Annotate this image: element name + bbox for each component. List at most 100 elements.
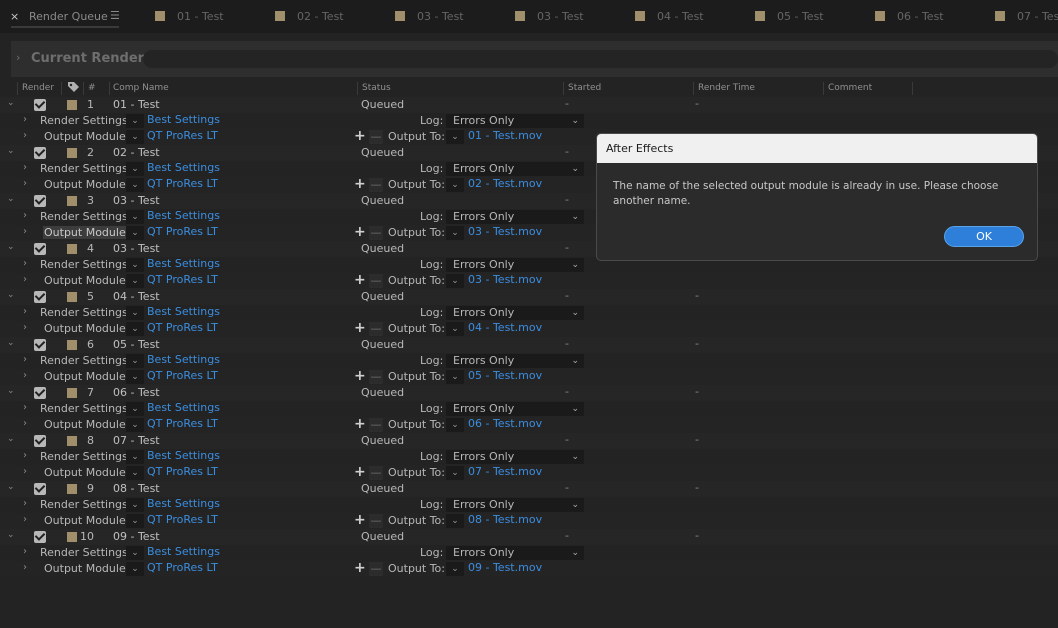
- chevron-down-icon[interactable]: ⌄: [446, 178, 464, 192]
- chevron-right-icon[interactable]: ›: [23, 514, 27, 525]
- column-separator[interactable]: [83, 82, 84, 95]
- remove-output-module-button[interactable]: —: [369, 562, 383, 576]
- current-render-section[interactable]: › Current Render: [11, 41, 1058, 77]
- output-module-link[interactable]: QT ProRes LT: [147, 417, 218, 430]
- log-select[interactable]: Errors Only ⌄: [446, 210, 584, 224]
- chevron-down-icon[interactable]: ⌄: [7, 338, 15, 348]
- output-module-link[interactable]: QT ProRes LT: [147, 561, 218, 574]
- output-module-link[interactable]: QT ProRes LT: [147, 225, 218, 238]
- comp-tab[interactable]: 05 - Test: [755, 10, 824, 23]
- chevron-right-icon[interactable]: ›: [23, 130, 27, 141]
- chevron-down-icon[interactable]: ⌄: [126, 450, 144, 464]
- chevron-down-icon[interactable]: ⌄: [446, 466, 464, 480]
- comp-tab[interactable]: 01 - Test: [155, 10, 224, 23]
- output-module-link[interactable]: QT ProRes LT: [147, 129, 218, 142]
- add-output-module-button[interactable]: +: [354, 176, 366, 192]
- column-header-number[interactable]: #: [88, 83, 96, 93]
- chevron-down-icon[interactable]: ⌄: [126, 178, 144, 192]
- log-select[interactable]: Errors Only ⌄: [446, 354, 584, 368]
- chevron-right-icon[interactable]: ›: [23, 498, 27, 509]
- render-checkbox[interactable]: [34, 243, 46, 255]
- output-to-link[interactable]: 01 - Test.mov: [468, 129, 542, 142]
- render-settings-link[interactable]: Best Settings: [147, 449, 220, 462]
- chevron-down-icon[interactable]: ⌄: [126, 370, 144, 384]
- chevron-down-icon[interactable]: ⌄: [446, 130, 464, 144]
- comp-name[interactable]: 05 - Test: [113, 338, 160, 351]
- chevron-down-icon[interactable]: ⌄: [446, 418, 464, 432]
- add-output-module-button[interactable]: +: [354, 368, 366, 384]
- close-icon[interactable]: ×: [10, 10, 19, 23]
- remove-output-module-button[interactable]: —: [369, 418, 383, 432]
- chevron-right-icon[interactable]: ›: [23, 178, 27, 189]
- chevron-right-icon[interactable]: ›: [23, 354, 27, 365]
- render-settings-link[interactable]: Best Settings: [147, 545, 220, 558]
- chevron-down-icon[interactable]: ⌄: [7, 242, 15, 252]
- chevron-down-icon[interactable]: ⌄: [126, 514, 144, 528]
- output-module-link[interactable]: QT ProRes LT: [147, 465, 218, 478]
- output-module-label[interactable]: Output Module:: [43, 226, 131, 239]
- label-color-swatch[interactable]: [67, 340, 77, 350]
- chevron-down-icon[interactable]: ⌄: [126, 274, 144, 288]
- log-select[interactable]: Errors Only ⌄: [446, 258, 584, 272]
- render-settings-link[interactable]: Best Settings: [147, 257, 220, 270]
- panel-menu-icon[interactable]: ☰: [110, 9, 120, 22]
- remove-output-module-button[interactable]: —: [369, 178, 383, 192]
- chevron-right-icon[interactable]: ›: [23, 450, 27, 461]
- chevron-down-icon[interactable]: ⌄: [126, 226, 144, 240]
- render-queue-item[interactable]: ⌄ 8 07 - Test Queued - -: [0, 433, 1058, 449]
- label-color-swatch[interactable]: [67, 388, 77, 398]
- render-settings-link[interactable]: Best Settings: [147, 353, 220, 366]
- remove-output-module-button[interactable]: —: [369, 226, 383, 240]
- chevron-down-icon[interactable]: ⌄: [446, 274, 464, 288]
- log-select[interactable]: Errors Only ⌄: [446, 162, 584, 176]
- render-queue-item[interactable]: ⌄ 6 05 - Test Queued - -: [0, 337, 1058, 353]
- chevron-right-icon[interactable]: ›: [23, 258, 27, 269]
- tag-icon[interactable]: [67, 81, 80, 96]
- chevron-down-icon[interactable]: ⌄: [126, 354, 144, 368]
- render-queue-item[interactable]: ⌄ 1 01 - Test Queued - -: [0, 97, 1058, 113]
- output-to-link[interactable]: 04 - Test.mov: [468, 321, 542, 334]
- label-color-swatch[interactable]: [67, 292, 77, 302]
- output-module-link[interactable]: QT ProRes LT: [147, 273, 218, 286]
- chevron-down-icon[interactable]: ⌄: [126, 258, 144, 272]
- log-select[interactable]: Errors Only ⌄: [446, 498, 584, 512]
- chevron-down-icon[interactable]: ⌄: [126, 306, 144, 320]
- output-to-link[interactable]: 05 - Test.mov: [468, 369, 542, 382]
- comp-name[interactable]: 04 - Test: [113, 290, 160, 303]
- comp-tab[interactable]: 02 - Test: [275, 10, 344, 23]
- render-checkbox[interactable]: [34, 387, 46, 399]
- chevron-down-icon[interactable]: ⌄: [7, 146, 15, 156]
- chevron-down-icon[interactable]: ⌄: [126, 130, 144, 144]
- column-separator[interactable]: [693, 82, 694, 95]
- render-queue-item[interactable]: ⌄ 7 06 - Test Queued - -: [0, 385, 1058, 401]
- label-color-swatch[interactable]: [67, 244, 77, 254]
- render-settings-link[interactable]: Best Settings: [147, 497, 220, 510]
- chevron-right-icon[interactable]: ›: [23, 562, 27, 573]
- chevron-down-icon[interactable]: ⌄: [126, 466, 144, 480]
- column-header-comment[interactable]: Comment: [828, 83, 872, 93]
- add-output-module-button[interactable]: +: [354, 224, 366, 240]
- output-to-link[interactable]: 06 - Test.mov: [468, 417, 542, 430]
- chevron-down-icon[interactable]: ⌄: [126, 418, 144, 432]
- column-header-render[interactable]: Render: [22, 83, 54, 93]
- chevron-down-icon[interactable]: ⌄: [446, 514, 464, 528]
- add-output-module-button[interactable]: +: [354, 512, 366, 528]
- comp-tab[interactable]: 03 - Test: [515, 10, 584, 23]
- add-output-module-button[interactable]: +: [354, 464, 366, 480]
- remove-output-module-button[interactable]: —: [369, 370, 383, 384]
- label-color-swatch[interactable]: [67, 196, 77, 206]
- render-checkbox[interactable]: [34, 483, 46, 495]
- render-checkbox[interactable]: [34, 339, 46, 351]
- output-module-link[interactable]: QT ProRes LT: [147, 513, 218, 526]
- remove-output-module-button[interactable]: —: [369, 322, 383, 336]
- add-output-module-button[interactable]: +: [354, 128, 366, 144]
- chevron-right-icon[interactable]: ›: [23, 114, 27, 125]
- render-checkbox[interactable]: [34, 435, 46, 447]
- chevron-right-icon[interactable]: ›: [23, 322, 27, 333]
- render-queue-item[interactable]: ⌄ 5 04 - Test Queued - -: [0, 289, 1058, 305]
- log-select[interactable]: Errors Only ⌄: [446, 114, 584, 128]
- chevron-down-icon[interactable]: ⌄: [7, 290, 15, 300]
- column-header-started[interactable]: Started: [568, 83, 601, 93]
- render-checkbox[interactable]: [34, 195, 46, 207]
- chevron-down-icon[interactable]: ⌄: [7, 98, 15, 108]
